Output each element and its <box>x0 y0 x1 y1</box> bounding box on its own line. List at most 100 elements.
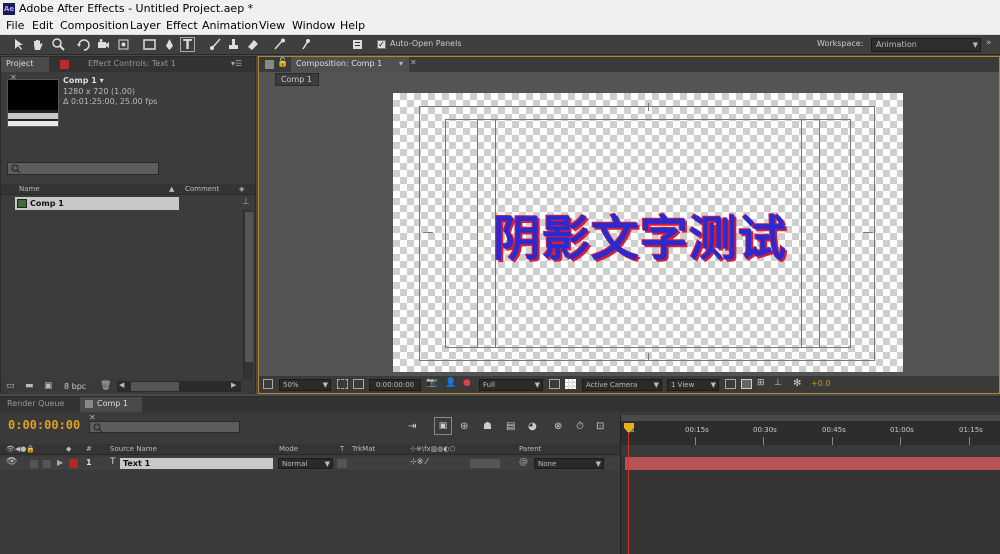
type-tool-icon[interactable]: T <box>180 37 195 53</box>
composition-canvas[interactable]: 阴影文字测试 <box>393 93 903 372</box>
camera-tool-icon[interactable] <box>96 37 111 52</box>
menu-composition[interactable]: Composition <box>60 18 129 34</box>
menu-view[interactable]: View <box>259 18 285 34</box>
blend-mode-select[interactable]: Normal ▼ <box>278 458 333 469</box>
col-mode-header[interactable]: Mode <box>279 444 298 455</box>
magnification-icon[interactable] <box>263 379 273 389</box>
auto-open-panels-checkbox[interactable]: ✓ <box>377 40 386 49</box>
pickwhip-icon[interactable]: @ <box>519 457 528 467</box>
draft-3d-icon[interactable]: ⊛ <box>460 421 468 432</box>
rectangle-tool-icon[interactable] <box>142 37 157 52</box>
hide-shy-layers-icon[interactable]: ☗ <box>483 421 492 432</box>
project-item-comp1[interactable]: Comp 1 <box>15 197 179 210</box>
tab-effect-controls[interactable]: Effect Controls: Text 1 <box>83 57 181 72</box>
tab-render-queue[interactable]: Render Queue <box>2 397 78 412</box>
panel-toggle-icon[interactable] <box>350 37 365 52</box>
hand-tool-icon[interactable] <box>30 37 45 52</box>
col-trkmat-header[interactable]: TrkMat <box>352 444 375 455</box>
pan-behind-tool-icon[interactable] <box>116 37 131 52</box>
graph-editor-icon[interactable]: ⊡ <box>596 421 604 432</box>
motion-blur-icon[interactable]: ◕ <box>528 421 537 432</box>
roto-brush-tool-icon[interactable] <box>272 37 287 52</box>
brush-tool-icon[interactable] <box>208 37 223 52</box>
transparency-grid-icon[interactable] <box>565 379 576 389</box>
zoom-tool-icon[interactable] <box>51 37 66 52</box>
bit-depth-label[interactable]: 8 bpc <box>64 382 86 391</box>
menu-layer[interactable]: Layer <box>130 18 161 34</box>
layer-switches-icons[interactable]: ⊹※ ⁄ <box>410 457 427 466</box>
eraser-tool-icon[interactable] <box>245 37 260 52</box>
preserve-transparency-toggle[interactable] <box>337 459 347 468</box>
zoom-select[interactable]: 50% ▼ <box>279 379 331 391</box>
col-name-header[interactable]: Name <box>19 184 40 195</box>
flowchart-icon[interactable]: ⊥ <box>774 378 782 388</box>
live-update-icon[interactable]: ▣ <box>434 417 452 435</box>
toggle-pixel-aspect-icon[interactable] <box>725 379 736 389</box>
workspace-select[interactable]: Animation ▼ <box>871 38 981 52</box>
expand-arrow-icon[interactable]: ▶ <box>57 458 63 467</box>
trash-icon[interactable]: 🗑 <box>100 381 111 391</box>
view-layout-select[interactable]: 1 View ▼ <box>667 379 719 391</box>
mask-visibility-icon[interactable] <box>353 379 364 389</box>
scroll-left-icon[interactable]: ◀ <box>119 381 124 389</box>
region-of-interest-icon[interactable] <box>549 379 560 389</box>
comp-breadcrumb[interactable]: Comp 1 <box>275 73 319 86</box>
col-parent-header[interactable]: Parent <box>519 444 541 455</box>
rotation-tool-icon[interactable] <box>76 37 91 52</box>
menu-animation[interactable]: Animation <box>202 18 258 34</box>
comp-mini-flowchart-icon[interactable]: ⇥ <box>408 421 416 432</box>
scroll-right-icon[interactable]: ▶ <box>231 381 236 389</box>
selection-tool-icon[interactable] <box>11 37 26 52</box>
solo-toggle[interactable] <box>43 460 51 468</box>
time-ruler[interactable]: 0s 00:15s 00:30s 00:45s 01:00s 01:15s <box>621 421 1000 445</box>
current-time-field[interactable]: 0:00:00:00 <box>369 379 421 391</box>
timeline-icon[interactable]: ⊞ <box>757 378 765 388</box>
menu-edit[interactable]: Edit <box>32 18 53 34</box>
layer-label-color[interactable] <box>69 459 78 468</box>
parent-select[interactable]: None ▼ <box>534 458 604 469</box>
project-hscrollbar[interactable]: ◀ ▶ <box>117 381 241 392</box>
col-t-header[interactable]: T <box>340 444 344 455</box>
menu-help[interactable]: Help <box>340 18 365 34</box>
panel-expand-icon[interactable]: » <box>986 38 998 52</box>
audio-toggle[interactable] <box>30 460 38 468</box>
fast-previews-icon[interactable] <box>741 379 752 389</box>
comp-name[interactable]: Comp 1 ▾ <box>63 76 104 85</box>
lock-icon[interactable] <box>265 60 274 69</box>
snapshot-icon[interactable]: 📷 <box>426 378 437 388</box>
puppet-pin-tool-icon[interactable] <box>298 37 313 52</box>
tab-comp1[interactable]: Comp 1 ✕ <box>80 397 142 422</box>
menu-effect[interactable]: Effect <box>166 18 198 34</box>
col-hash-header[interactable]: # <box>86 444 92 455</box>
exposure-value[interactable]: +0.0 <box>811 379 830 388</box>
brainstorm-icon[interactable]: ⊗ <box>554 421 562 432</box>
scrollbar-thumb[interactable] <box>131 382 179 391</box>
frame-blending-icon[interactable]: ▤ <box>506 421 515 432</box>
col-comment-header[interactable]: Comment <box>185 184 219 195</box>
menu-window[interactable]: Window <box>292 18 335 34</box>
flowchart-icon[interactable]: ⊥ <box>242 197 250 207</box>
new-folder-icon[interactable]: ▬ <box>25 381 34 391</box>
scrollbar-thumb[interactable] <box>245 212 253 362</box>
show-snapshot-icon[interactable]: 👤 <box>445 378 456 388</box>
reset-exposure-icon[interactable]: ✻ <box>793 378 801 389</box>
tab-project[interactable]: Project ✕ <box>1 57 49 82</box>
eye-icon[interactable]: 👁 <box>6 457 17 467</box>
safe-zones-icon[interactable] <box>337 379 348 389</box>
pen-tool-icon[interactable] <box>162 37 177 52</box>
project-vscrollbar[interactable] <box>243 210 253 380</box>
timeline-search-input[interactable] <box>89 421 240 433</box>
layer-name[interactable]: Text 1 <box>120 458 273 469</box>
clone-stamp-tool-icon[interactable] <box>226 37 241 52</box>
menu-file[interactable]: File <box>6 18 24 34</box>
active-camera-select[interactable]: Active Camera ▼ <box>582 379 662 391</box>
layer-switch-boxes[interactable] <box>470 459 500 468</box>
tab-composition[interactable]: Composition: Comp 1 ▾ <box>291 57 409 72</box>
chevron-down-icon[interactable]: ▾ <box>399 57 403 71</box>
canvas-text-layer[interactable]: 阴影文字测试 <box>493 199 843 269</box>
interpret-footage-icon[interactable]: ▭ <box>6 381 15 391</box>
time-graph[interactable]: 0s 00:15s 00:30s 00:45s 01:00s 01:15s <box>620 415 1000 554</box>
panel-menu-icon[interactable]: ▾☰ <box>231 59 242 68</box>
close-icon[interactable]: ✕ <box>410 58 417 67</box>
padlock-icon[interactable]: 🔓 <box>277 58 288 68</box>
